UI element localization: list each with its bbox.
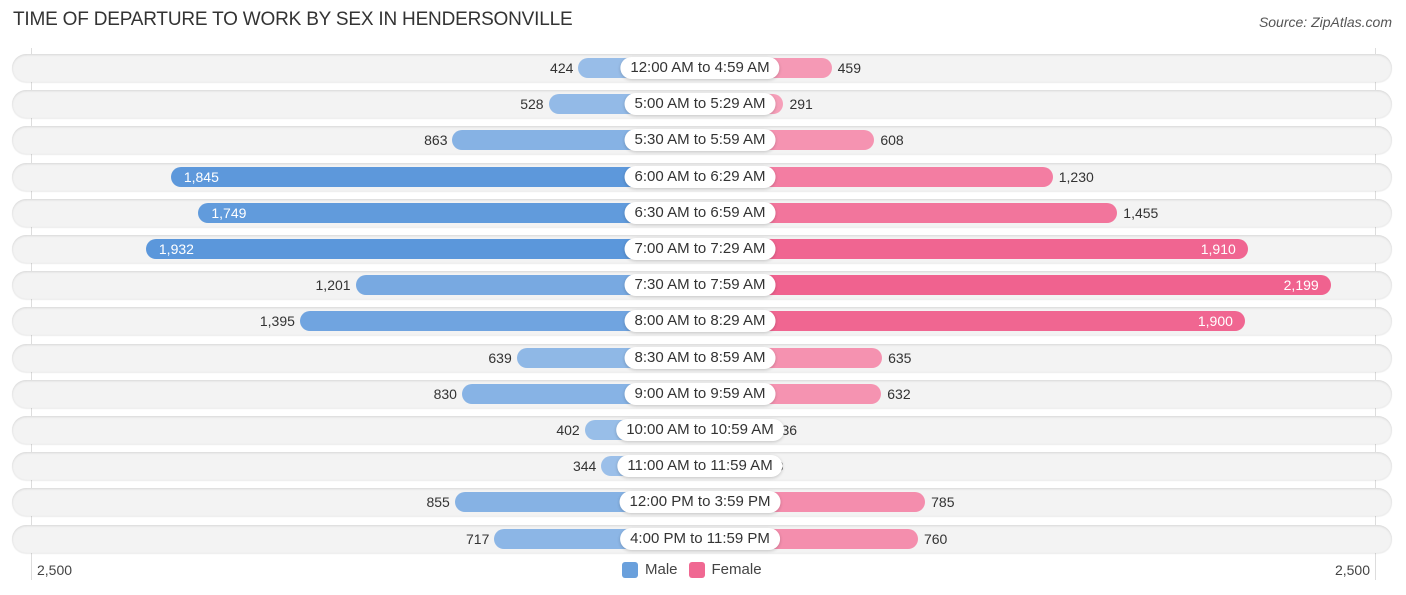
male-value-label: 1,749 [211,204,247,221]
legend-item-female: Female [688,561,762,578]
legend-label-male: Male [645,561,678,578]
female-bar [700,239,1248,259]
male-value-label: 830 [433,385,457,402]
right-axis-tick: 2,500 [1334,562,1370,578]
legend-swatch-female [688,561,705,578]
male-value-label: 344 [572,458,597,475]
category-label: 9:00 AM to 9:59 AM [624,382,776,405]
male-value-label: 402 [556,422,580,438]
category-label: 4:00 PM to 11:59 PM [620,527,780,550]
category-label: 8:00 AM to 8:29 AM [624,310,776,333]
left-axis-tick: 2,500 [37,562,73,578]
male-bar [145,239,700,259]
male-value-label: 639 [488,349,512,366]
category-label: 5:00 AM to 5:29 AM [624,93,776,116]
category-label: 10:00 AM to 10:59 AM [616,419,784,441]
category-label: 12:00 AM to 4:59 AM [620,57,780,79]
female-value-label: 635 [888,349,912,366]
female-value-label: 760 [923,530,948,547]
legend-label-female: Female [711,561,762,578]
male-value-label: 1,395 [259,313,295,330]
male-value-label: 424 [550,60,574,76]
female-value-label: 608 [880,132,904,149]
source-label: Source: ZipAtlas.com [1258,14,1392,30]
female-value-label: 2,199 [1283,277,1319,294]
female-value-label: 1,455 [1123,204,1159,221]
female-value-label: 459 [837,60,861,76]
category-label: 7:30 AM to 7:59 AM [624,274,776,297]
female-bar [700,311,1245,332]
male-bar [170,166,700,187]
category-label: 7:00 AM to 7:29 AM [624,238,776,260]
legend-item-male: Male [622,561,678,578]
male-value-label: 863 [424,132,448,149]
female-value-label: 1,910 [1200,241,1236,257]
legend: Male Female [622,561,773,578]
category-label: 12:00 PM to 3:59 PM [619,491,781,514]
category-label: 6:30 AM to 6:59 AM [624,201,776,224]
female-value-label: 632 [887,385,911,402]
female-value-label: 785 [931,494,955,511]
male-value-label: 528 [520,96,544,113]
male-value-label: 1,201 [315,277,351,294]
female-value-label: 1,900 [1197,313,1233,330]
male-value-label: 717 [466,530,490,547]
category-label: 6:00 AM to 6:29 AM [624,165,776,188]
female-value-label: 291 [789,96,813,113]
male-value-label: 1,932 [158,241,194,257]
category-label: 8:30 AM to 8:59 AM [624,346,776,369]
female-value-label: 1,230 [1058,168,1094,185]
chart-title: TIME OF DEPARTURE TO WORK BY SEX IN HEND… [13,9,573,30]
female-bar [700,275,1331,296]
category-label: 5:30 AM to 5:59 AM [624,129,776,152]
legend-swatch-male [622,561,638,578]
category-label: 11:00 AM to 11:59 AM [617,455,783,478]
male-value-label: 1,845 [183,168,219,185]
male-value-label: 855 [426,494,450,511]
